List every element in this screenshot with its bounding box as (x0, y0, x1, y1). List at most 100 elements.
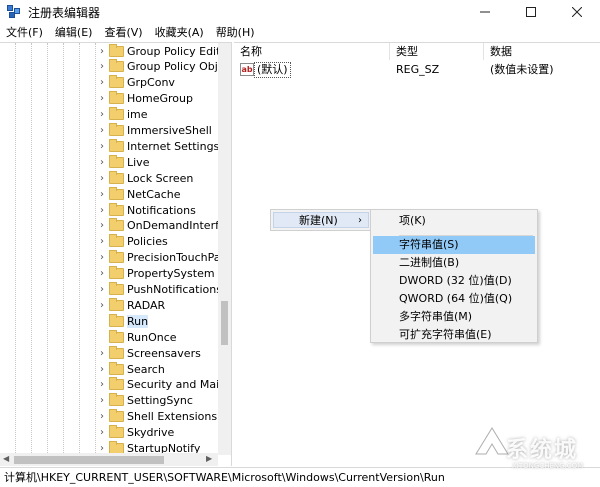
scroll-left-icon[interactable]: ◀ (3, 454, 9, 463)
expand-chevron-icon[interactable]: › (97, 93, 107, 104)
tree-item[interactable]: › Group Policy Editor (0, 43, 231, 59)
expand-chevron-icon[interactable]: › (97, 61, 107, 72)
expand-chevron-icon[interactable]: › (97, 236, 107, 247)
tree-item[interactable]: › Policies (0, 234, 218, 250)
column-type[interactable]: 类型 (390, 43, 484, 60)
tree-item[interactable]: › NetCache (0, 186, 218, 202)
value-name: (默认) (254, 62, 291, 78)
menu-favorites[interactable]: 收藏夹(A) (149, 24, 210, 42)
submenu-item-key[interactable]: 项(K) (373, 212, 535, 230)
tree-item[interactable]: › GrpConv (0, 75, 218, 91)
tree-item[interactable]: RunOnce (0, 329, 218, 345)
folder-icon (109, 345, 124, 359)
expand-chevron-icon[interactable]: › (97, 252, 107, 263)
tree-item-label: Run (127, 314, 149, 328)
value-row[interactable]: ab (默认) REG_SZ (数值未设置) (234, 62, 600, 78)
folder-icon (109, 186, 124, 200)
expand-chevron-icon[interactable]: › (97, 411, 107, 422)
expand-chevron-icon[interactable]: › (97, 109, 107, 120)
tree-item[interactable]: › Lock Screen (0, 170, 218, 186)
tree-item-label: Policies (127, 235, 168, 249)
minimize-icon (480, 11, 490, 13)
submenu-item-expandable-string-value[interactable]: 可扩充字符串值(E) (373, 326, 535, 344)
expand-chevron-icon[interactable]: › (97, 157, 107, 168)
tree-item[interactable]: › Internet Settings (0, 138, 219, 154)
tree-item-label: Group Policy Objec (127, 60, 231, 74)
tree-horizontal-scrollbar[interactable]: ◀ ▶ (0, 453, 218, 466)
submenu-item-string-value[interactable]: 字符串值(S) (373, 236, 535, 254)
tree-item[interactable]: › Group Policy Objec (0, 59, 231, 75)
menu-view[interactable]: 查看(V) (98, 24, 148, 42)
tree-item[interactable]: › PrecisionTouchPad (0, 250, 228, 266)
tree-item[interactable]: › Live (0, 154, 218, 170)
tree-item[interactable]: › Security and Mainte (0, 377, 231, 393)
tree-item[interactable]: › Shell Extensions (0, 409, 218, 425)
title-bar: 注册表编辑器 (0, 0, 600, 24)
folder-icon (109, 393, 124, 407)
expand-chevron-icon[interactable]: › (97, 348, 107, 359)
registry-tree[interactable]: › Group Policy Editor › Group Policy Objec ›… (0, 42, 232, 466)
tree-item-label: SettingSync (127, 394, 193, 408)
folder-icon (109, 234, 124, 248)
expand-chevron-icon[interactable]: › (97, 46, 107, 57)
expand-chevron-icon[interactable]: › (97, 300, 107, 311)
submenu-item-qword-value[interactable]: QWORD (64 位)值(Q) (373, 290, 535, 308)
expand-chevron-icon[interactable]: › (97, 205, 107, 216)
menu-file[interactable]: 文件(F) (0, 24, 49, 42)
column-name[interactable]: 名称 (234, 43, 390, 60)
tree-item[interactable]: › HomeGroup (0, 91, 218, 107)
submenu-item-dword-value[interactable]: DWORD (32 位)值(D) (373, 272, 535, 290)
tree-item[interactable]: › PushNotifications (0, 282, 222, 298)
tree-item-label: GrpConv (127, 76, 175, 90)
expand-chevron-icon[interactable]: › (97, 173, 107, 184)
folder-icon (109, 313, 124, 327)
tree-item[interactable]: › Screensavers (0, 345, 218, 361)
scroll-right-icon[interactable]: ▶ (206, 454, 212, 463)
new-submenu: 项(K) 字符串值(S) 二进制值(B) DWORD (32 位)值(D) QW… (370, 209, 538, 343)
expand-chevron-icon[interactable]: › (97, 189, 107, 200)
expand-chevron-icon[interactable]: › (97, 220, 107, 231)
tree-vertical-scrollbar[interactable] (218, 43, 231, 455)
tree-item-label: ImmersiveShell (127, 124, 212, 137)
tree-item[interactable]: › SettingSync (0, 393, 218, 409)
menu-edit[interactable]: 编辑(E) (49, 24, 99, 42)
folder-icon (109, 425, 124, 439)
tree-item-label: Lock Screen (127, 171, 194, 185)
tree-item[interactable]: › ImmersiveShell (0, 123, 218, 139)
menu-help[interactable]: 帮助(H) (210, 24, 261, 42)
expand-chevron-icon[interactable]: › (97, 284, 107, 295)
expand-chevron-icon[interactable]: › (97, 364, 107, 375)
tree-item[interactable]: Run (0, 313, 218, 329)
folder-icon (109, 218, 124, 232)
expand-chevron-icon[interactable]: › (97, 141, 107, 152)
tree-item[interactable]: › OnDemandInterface (0, 218, 231, 234)
submenu-item-binary-value[interactable]: 二进制值(B) (373, 254, 535, 272)
tree-item[interactable]: › Notifications (0, 202, 218, 218)
expand-chevron-icon[interactable]: › (97, 268, 107, 279)
folder-icon (109, 297, 124, 311)
tree-hscroll-thumb[interactable] (14, 456, 164, 464)
tree-item[interactable]: › PropertySystem (0, 266, 218, 282)
expand-chevron-icon[interactable]: › (97, 77, 107, 88)
tree-item[interactable]: › ime (0, 107, 218, 123)
tree-item[interactable]: › Skydrive (0, 425, 218, 441)
menu-item-new[interactable]: 新建(N) › (273, 212, 369, 228)
expand-chevron-icon[interactable]: › (97, 395, 107, 406)
tree-item-label: Screensavers (127, 346, 201, 360)
folder-icon (109, 409, 124, 423)
watermark-logo: 系统城 XITONGCHENG.COM (466, 418, 600, 487)
tree-item[interactable]: › RADAR (0, 297, 218, 313)
expand-chevron-icon[interactable]: › (97, 125, 107, 136)
minimize-button[interactable] (462, 0, 508, 24)
submenu-item-multi-string-value[interactable]: 多字符串值(M) (373, 308, 535, 326)
folder-icon (109, 282, 124, 295)
tree-item[interactable]: › Search (0, 361, 218, 377)
column-data[interactable]: 数据 (484, 43, 600, 60)
expand-chevron-icon[interactable]: › (97, 379, 107, 390)
tree-scroll-thumb[interactable] (221, 301, 228, 345)
folder-icon (109, 91, 124, 105)
close-button[interactable] (554, 0, 600, 24)
maximize-button[interactable] (508, 0, 554, 24)
tree-item-label: PushNotifications (127, 283, 222, 296)
expand-chevron-icon[interactable]: › (97, 427, 107, 438)
